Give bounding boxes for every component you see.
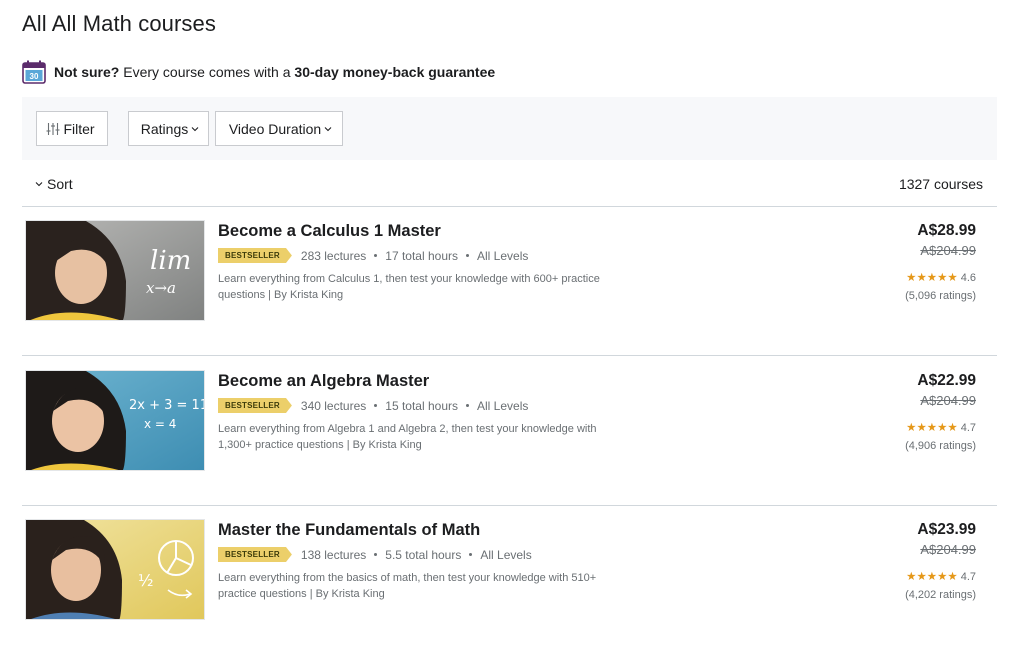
course-thumbnail[interactable]: 2x + 3 = 11 x = 4 — [25, 370, 205, 471]
ratings-label: Ratings — [140, 120, 189, 137]
guarantee-highlight: 30-day money-back guarantee — [294, 64, 496, 80]
level: All Levels — [480, 547, 532, 562]
original-price: A$204.99 — [920, 393, 976, 408]
sort-row: Sort 1327 courses — [22, 162, 997, 206]
star-rating-icon: ★ ★ ★ ★ ★ — [906, 272, 958, 284]
chevron-down-icon — [35, 182, 43, 187]
course-rating: ★ ★ ★ ★ ★ 4.6 — [906, 272, 976, 284]
thumb-text-1: 2x + 3 = 11 — [129, 398, 205, 413]
course-card[interactable]: lim x→a Become a Calculus 1 Master BESTS… — [22, 220, 997, 330]
thumb-text-1: lim — [150, 246, 191, 276]
course-meta: BESTSELLER 138 lectures 5.5 total hours … — [218, 547, 532, 562]
calendar-number: 30 — [30, 72, 39, 81]
course-rating: ★ ★ ★ ★ ★ 4.7 — [906, 422, 976, 434]
course-title[interactable]: Become a Calculus 1 Master — [218, 222, 441, 241]
course-price: A$23.99 — [917, 521, 976, 538]
bestseller-badge: BESTSELLER — [218, 547, 292, 562]
page-title: All All Math courses — [22, 11, 216, 36]
level: All Levels — [477, 248, 529, 263]
dot-separator — [469, 553, 473, 556]
course-meta: BESTSELLER 340 lectures 15 total hours A… — [218, 398, 528, 413]
guarantee-banner: 30 Not sure? Every course comes with a 3… — [22, 59, 495, 85]
thumb-text-2: x = 4 — [144, 417, 176, 431]
original-price: A$204.99 — [920, 542, 976, 557]
sort-label: Sort — [47, 176, 73, 192]
rating-value: 4.7 — [960, 422, 976, 434]
dot-separator — [374, 404, 378, 407]
course-price: A$22.99 — [917, 372, 976, 389]
course-thumbnail[interactable]: lim x→a — [25, 220, 205, 321]
rating-value: 4.7 — [960, 571, 976, 583]
star-rating-icon: ★ ★ ★ ★ ★ — [906, 422, 958, 434]
chevron-down-icon — [324, 126, 332, 131]
level: All Levels — [477, 398, 529, 413]
filter-label: Filter — [63, 120, 95, 137]
course-thumbnail[interactable]: ½ — [25, 519, 205, 620]
guarantee-text: Every course comes with a — [119, 64, 295, 80]
ratings-count: (5,096 ratings) — [905, 290, 976, 302]
course-description: Learn everything from Calculus 1, then t… — [218, 273, 600, 301]
star-rating-icon: ★ ★ ★ ★ ★ — [906, 571, 958, 583]
total-hours: 5.5 total hours — [385, 547, 462, 562]
thumb-text-2: x→a — [146, 279, 176, 297]
course-rating: ★ ★ ★ ★ ★ 4.7 — [906, 571, 976, 583]
ratings-dropdown[interactable]: Ratings — [128, 111, 209, 146]
dot-separator — [374, 254, 378, 257]
course-description: Learn everything from the basics of math… — [218, 572, 597, 600]
filter-bar: Filter Ratings Video Duration — [22, 97, 997, 160]
video-duration-dropdown[interactable]: Video Duration — [215, 111, 343, 146]
course-title[interactable]: Master the Fundamentals of Math — [218, 521, 480, 540]
course-count: 1327 courses — [898, 176, 983, 192]
ratings-count: (4,906 ratings) — [905, 440, 976, 452]
divider — [22, 505, 997, 506]
calendar-icon: 30 — [22, 60, 46, 84]
total-hours: 15 total hours — [385, 398, 458, 413]
course-card[interactable]: 2x + 3 = 11 x = 4 Become an Algebra Mast… — [22, 370, 997, 480]
course-description: Learn everything from Algebra 1 and Alge… — [218, 423, 597, 451]
original-price: A$204.99 — [920, 243, 976, 258]
bestseller-badge: BESTSELLER — [218, 248, 292, 263]
filter-button[interactable]: Filter — [36, 111, 108, 146]
course-meta: BESTSELLER 283 lectures 17 total hours A… — [218, 248, 528, 263]
thumb-text-1: ½ — [138, 571, 154, 590]
guarantee-lead: Not sure? — [54, 64, 120, 80]
dot-separator — [374, 553, 378, 556]
course-price: A$28.99 — [917, 222, 976, 239]
duration-label: Video Duration — [228, 120, 322, 137]
sort-toggle[interactable]: Sort — [35, 176, 73, 192]
divider — [22, 206, 997, 207]
ratings-count: (4,202 ratings) — [905, 589, 976, 601]
divider — [22, 355, 997, 356]
course-card[interactable]: ½ Master the Fundamentals of Math BESTSE… — [22, 519, 997, 629]
rating-value: 4.6 — [960, 272, 976, 284]
total-hours: 17 total hours — [385, 248, 458, 263]
course-title[interactable]: Become an Algebra Master — [218, 372, 429, 391]
dot-separator — [466, 254, 469, 257]
lectures: 340 lectures — [300, 398, 367, 413]
chevron-down-icon — [191, 126, 199, 131]
sliders-icon — [46, 122, 60, 135]
dot-separator — [466, 404, 469, 407]
bestseller-badge: BESTSELLER — [218, 398, 292, 413]
lectures: 283 lectures — [300, 248, 367, 263]
lectures: 138 lectures — [300, 547, 367, 562]
